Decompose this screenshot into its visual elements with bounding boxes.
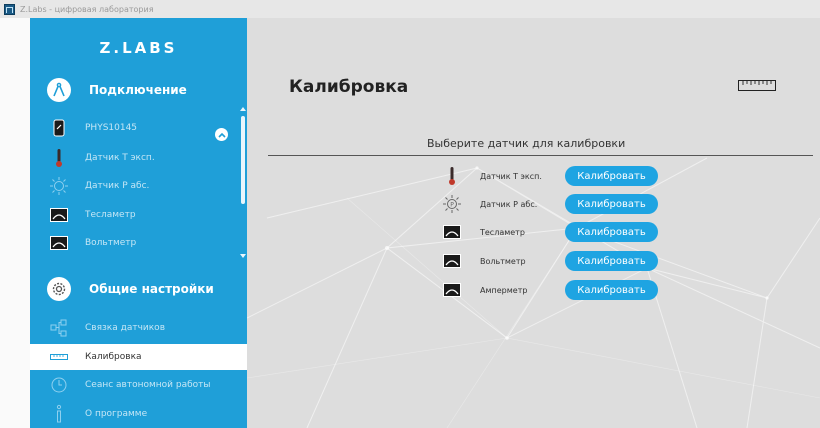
sidebar-item-about[interactable]: О программе — [30, 401, 240, 427]
compass-icon — [47, 78, 71, 102]
calibration-row: Амперметр Калибровать — [442, 279, 682, 301]
sensor-name: Тесламетр — [480, 227, 525, 237]
ruler-icon — [738, 80, 776, 91]
ruler-icon — [48, 346, 70, 368]
calibration-row: Вольтметр Калибровать — [442, 250, 682, 272]
meter-icon — [48, 204, 70, 226]
sidebar-item-label: Сеанс автономной работы — [85, 380, 211, 390]
window-titlebar: Z.Labs - цифровая лаборатория — [0, 0, 820, 19]
calibration-row: Тесламетр Калибровать — [442, 221, 682, 243]
meter-icon — [442, 280, 462, 300]
window-title: Z.Labs - цифровая лаборатория — [20, 4, 154, 14]
sidebar-item-label: PHYS10145 — [85, 123, 138, 133]
scroll-up-arrow-icon[interactable] — [240, 107, 246, 111]
sidebar-scrollbar[interactable] — [241, 116, 245, 204]
sidebar-item-temp-sensor[interactable]: Датчик Т эксп. — [30, 145, 240, 171]
gear-icon — [47, 277, 71, 301]
divider — [268, 155, 813, 156]
page-title: Калибровка — [289, 77, 409, 97]
app-icon — [4, 3, 15, 15]
calibration-row: P Датчик Р абс. Калибровать — [442, 193, 682, 215]
sidebar-item-label: Датчик Р абс. — [85, 181, 150, 191]
sidebar-item-label: О программе — [85, 409, 148, 419]
section-connection-label: Подключение — [89, 83, 187, 97]
section-connection[interactable]: Подключение — [30, 78, 247, 102]
calibration-row: Датчик Т эксп. Калибровать — [442, 165, 682, 187]
sidebar-item-sensor-link[interactable]: Связка датчиков — [30, 315, 240, 341]
sensor-name: Датчик Т эксп. — [480, 171, 542, 181]
info-icon — [48, 403, 70, 425]
pressure-sensor-icon: P — [442, 194, 462, 214]
sidebar-item-device[interactable]: PHYS10145 — [30, 115, 240, 141]
sidebar-item-label: Тесламетр — [85, 210, 136, 220]
sidebar-item-voltmeter[interactable]: Вольтметр — [30, 230, 240, 256]
sidebar-item-pressure-sensor[interactable]: Датчик Р абс. — [30, 173, 240, 199]
sensor-name: Амперметр — [480, 285, 528, 295]
main-panel: Калибровка Выберите датчик для калибровк… — [247, 18, 820, 428]
sidebar-item-label: Вольтметр — [85, 238, 137, 248]
sidebar-item-label: Датчик Т эксп. — [85, 153, 155, 163]
sensor-link-icon — [48, 317, 70, 339]
sidebar: Z.LABS Подключение PHYS10145 Датчик Т эк… — [30, 18, 247, 428]
meter-icon — [442, 222, 462, 242]
svg-text:P: P — [450, 202, 454, 209]
thermometer-icon — [442, 166, 462, 186]
calibrate-button[interactable]: Калибровать — [565, 222, 658, 242]
meter-icon — [442, 251, 462, 271]
thermometer-icon — [48, 147, 70, 169]
meter-icon — [48, 232, 70, 254]
window-left-edge — [0, 18, 30, 428]
sensor-name: Датчик Р абс. — [480, 199, 538, 209]
sidebar-item-label: Калибровка — [85, 352, 142, 362]
section-general-settings-label: Общие настройки — [89, 282, 214, 296]
sidebar-item-autonomous-session[interactable]: Сеанс автономной работы — [30, 372, 240, 398]
calibrate-button[interactable]: Калибровать — [565, 280, 658, 300]
collapse-chevron-icon[interactable] — [215, 128, 228, 141]
pressure-sensor-icon — [48, 175, 70, 197]
logo: Z.LABS — [99, 39, 178, 57]
sensor-name: Вольтметр — [480, 256, 526, 266]
sidebar-item-calibration[interactable]: Калибровка — [30, 344, 247, 370]
phone-icon — [48, 117, 70, 139]
clock-icon — [48, 374, 70, 396]
calibration-subtitle: Выберите датчик для калибровки — [427, 137, 626, 150]
calibrate-button[interactable]: Калибровать — [565, 194, 658, 214]
scroll-down-arrow-icon[interactable] — [240, 254, 246, 258]
sidebar-item-label: Связка датчиков — [85, 323, 165, 333]
sidebar-item-teslameter[interactable]: Тесламетр — [30, 202, 240, 228]
calibrate-button[interactable]: Калибровать — [565, 166, 658, 186]
section-general-settings[interactable]: Общие настройки — [30, 277, 247, 301]
calibrate-button[interactable]: Калибровать — [565, 251, 658, 271]
